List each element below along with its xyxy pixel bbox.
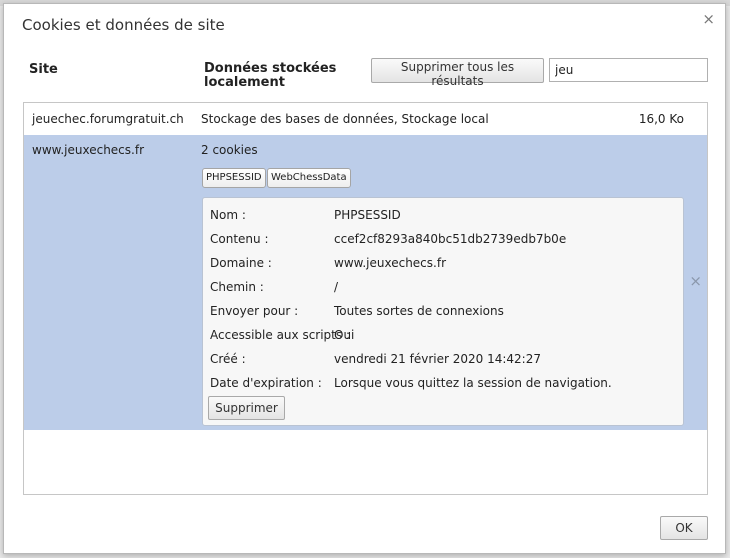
list-item-selected[interactable]: www.jeuxechecs.fr 2 cookies PHPSESSID We… xyxy=(24,135,707,430)
detail-value: / xyxy=(334,280,339,294)
remove-all-button[interactable]: Supprimer tous les résultats xyxy=(371,58,544,88)
search-input[interactable] xyxy=(549,58,708,82)
site-list[interactable]: jeuechec.forumgratuit.ch Stockage des ba… xyxy=(23,102,708,495)
close-icon[interactable]: × xyxy=(702,10,715,28)
cookie-chip-phpsessid[interactable]: PHPSESSID xyxy=(202,168,266,188)
detail-value: PHPSESSID xyxy=(334,208,401,222)
detail-label: Domaine : xyxy=(210,256,272,270)
detail-value: www.jeuxechecs.fr xyxy=(334,256,447,270)
site-data: Stockage des bases de données, Stockage … xyxy=(201,112,489,126)
detail-label: Envoyer pour : xyxy=(210,304,299,318)
list-item[interactable]: jeuechec.forumgratuit.ch Stockage des ba… xyxy=(24,103,707,135)
site-name: jeuechec.forumgratuit.ch xyxy=(32,112,184,126)
cookies-dialog: Cookies et données de site × Site Donnée… xyxy=(3,3,726,554)
column-header-site: Site xyxy=(29,62,58,77)
detail-label: Nom : xyxy=(210,208,246,222)
detail-label: Créé : xyxy=(210,352,246,366)
detail-value: Toutes sortes de connexions xyxy=(334,304,504,318)
detail-label: Contenu : xyxy=(210,232,269,246)
dialog-title: Cookies et données de site xyxy=(22,16,225,34)
detail-value: Oui xyxy=(334,328,355,342)
column-header-data: Données stockées localement xyxy=(204,61,337,90)
cookie-details: Nom : PHPSESSID Contenu : ccef2cf8293a84… xyxy=(202,197,684,426)
detail-value: ccef2cf8293a840bc51db2739edb7b0e xyxy=(334,232,567,246)
ok-button[interactable]: OK xyxy=(660,516,708,540)
remove-site-icon[interactable]: × xyxy=(689,272,702,290)
detail-label: Chemin : xyxy=(210,280,264,294)
cookie-chip-webchessdata[interactable]: WebChessData xyxy=(267,168,351,188)
delete-cookie-button[interactable]: Supprimer xyxy=(208,396,285,420)
detail-value: Lorsque vous quittez la session de navig… xyxy=(334,376,612,390)
site-data: 2 cookies xyxy=(201,143,258,157)
detail-label: Accessible aux scripts : xyxy=(210,328,350,342)
detail-value: vendredi 21 février 2020 14:42:27 xyxy=(334,352,541,366)
site-name: www.jeuxechecs.fr xyxy=(32,143,145,157)
detail-label: Date d'expiration : xyxy=(210,376,322,390)
site-size: 16,0 Ko xyxy=(638,112,684,126)
